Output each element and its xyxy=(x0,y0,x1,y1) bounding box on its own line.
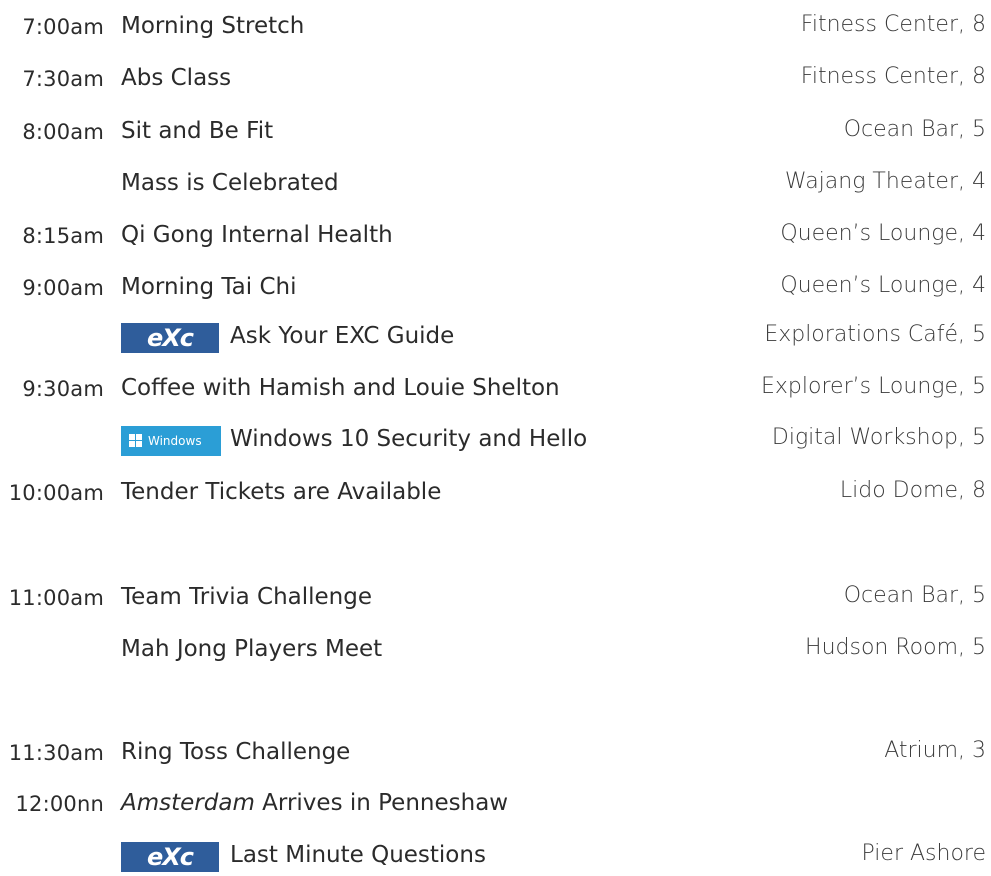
event-location: Atrium, 3 xyxy=(884,738,986,763)
schedule-row: eXc Ask Your EXC Guide Explorations Café… xyxy=(0,317,991,357)
event-location: Fitness Center, 8 xyxy=(800,12,986,37)
event-time: 9:00am xyxy=(22,276,104,300)
event-title: Abs Class xyxy=(121,65,232,91)
event-title: Morning Stretch xyxy=(121,13,305,39)
event-title: Qi Gong Internal Health xyxy=(121,222,393,248)
event-title: Amsterdam Arrives in Penneshaw xyxy=(121,790,508,816)
event-location: Ocean Bar, 5 xyxy=(843,117,986,142)
event-title: Team Trivia Challenge xyxy=(121,584,373,610)
exc-logo-badge: eXc xyxy=(121,842,219,872)
windows-logo-text: Windows xyxy=(148,434,202,448)
event-title: Ring Toss Challenge xyxy=(121,739,351,765)
event-time: 7:30am xyxy=(22,67,104,91)
event-location: Explorer’s Lounge, 5 xyxy=(761,374,986,399)
schedule-row: Mass is Celebrated Wajang Theater, 4 xyxy=(0,164,991,204)
schedule-row: 10:00am Tender Tickets are Available Lid… xyxy=(0,473,991,513)
schedule-row: 11:30am Ring Toss Challenge Atrium, 3 xyxy=(0,733,991,773)
schedule-row: 7:00am Morning Stretch Fitness Center, 8 xyxy=(0,7,991,47)
event-time: 10:00am xyxy=(8,481,104,505)
schedule-row: 8:15am Qi Gong Internal Health Queen’s L… xyxy=(0,216,991,256)
event-time: 12:00nn xyxy=(15,792,104,816)
schedule-row: 12:00nn Amsterdam Arrives in Penneshaw xyxy=(0,784,991,824)
event-location: Ocean Bar, 5 xyxy=(843,583,986,608)
windows-logo-badge: Windows xyxy=(121,426,221,456)
event-title: Ask Your EXC Guide xyxy=(230,323,455,349)
exc-logo-text: eXc xyxy=(146,324,194,352)
event-location: Lido Dome, 8 xyxy=(839,478,986,503)
event-location: Digital Workshop, 5 xyxy=(771,425,986,450)
event-location: Wajang Theater, 4 xyxy=(784,169,986,194)
schedule-row: Mah Jong Players Meet Hudson Room, 5 xyxy=(0,630,991,670)
event-title: Sit and Be Fit xyxy=(121,118,274,144)
event-title-rest: Arrives in Penneshaw xyxy=(254,790,509,816)
windows-icon xyxy=(129,434,143,448)
ship-name: Amsterdam xyxy=(121,790,255,816)
event-time: 11:00am xyxy=(8,586,104,610)
schedule-row: 7:30am Abs Class Fitness Center, 8 xyxy=(0,59,991,99)
event-title: Tender Tickets are Available xyxy=(121,479,442,505)
event-location: Queen’s Lounge, 4 xyxy=(780,221,986,246)
event-time: 9:30am xyxy=(22,377,104,401)
daily-schedule: 7:00am Morning Stretch Fitness Center, 8… xyxy=(0,0,991,872)
event-title: Last Minute Questions xyxy=(230,842,486,868)
event-title: Morning Tai Chi xyxy=(121,274,297,300)
event-location: Queen’s Lounge, 4 xyxy=(780,273,986,298)
event-location: Explorations Café, 5 xyxy=(764,322,986,347)
event-title: Mass is Celebrated xyxy=(121,170,339,196)
event-time: 8:00am xyxy=(22,120,104,144)
event-location: Hudson Room, 5 xyxy=(805,635,986,660)
schedule-row: eXc Last Minute Questions Pier Ashore xyxy=(0,836,991,876)
event-time: 7:00am xyxy=(22,15,104,39)
event-time: 11:30am xyxy=(8,741,104,765)
schedule-row: 9:00am Morning Tai Chi Queen’s Lounge, 4 xyxy=(0,268,991,308)
event-location: Fitness Center, 8 xyxy=(800,64,986,89)
exc-logo-badge: eXc xyxy=(121,323,219,353)
exc-logo-text: eXc xyxy=(146,843,194,871)
event-location: Pier Ashore xyxy=(861,841,986,866)
schedule-row: 9:30am Coffee with Hamish and Louie Shel… xyxy=(0,369,991,409)
schedule-row: 8:00am Sit and Be Fit Ocean Bar, 5 xyxy=(0,112,991,152)
event-time: 8:15am xyxy=(22,224,104,248)
schedule-row: Windows Windows 10 Security and Hello Di… xyxy=(0,420,991,460)
event-title: Coffee with Hamish and Louie Shelton xyxy=(121,375,560,401)
event-title: Windows 10 Security and Hello xyxy=(230,426,588,452)
schedule-row: 11:00am Team Trivia Challenge Ocean Bar,… xyxy=(0,578,991,618)
event-title: Mah Jong Players Meet xyxy=(121,636,383,662)
